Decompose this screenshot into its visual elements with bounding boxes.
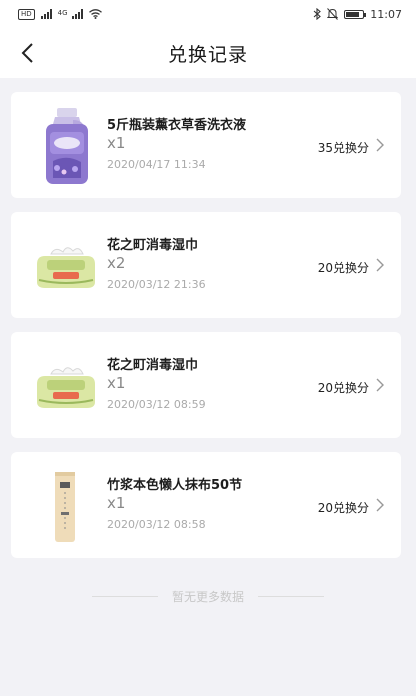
product-name: 5斤瓶装薰衣草香洗衣液 [107, 118, 247, 133]
signal-icon-2 [71, 9, 83, 19]
points-cost: 35兑换分 [317, 141, 369, 155]
battery-icon [344, 9, 367, 19]
hd-indicator: HD [18, 8, 35, 20]
product-quantity: x1 [107, 134, 126, 152]
bluetooth-icon [313, 8, 322, 20]
wifi-icon [88, 9, 102, 19]
product-quantity: x1 [107, 494, 126, 512]
end-of-list: 暂无更多数据 [0, 588, 416, 605]
record-card[interactable]: 5斤瓶装薰衣草香洗衣液 x1 2020/04/17 11:34 35兑换分 [11, 92, 401, 198]
record-card[interactable]: 花之町消毒湿巾 x2 2020/03/12 21:36 20兑换分 [11, 212, 401, 318]
back-arrow-icon[interactable] [18, 41, 42, 65]
product-image-wipes [37, 247, 95, 288]
product-quantity: x1 [107, 374, 126, 392]
points-cost: 20兑换分 [317, 381, 369, 395]
chevron-right-icon [376, 498, 384, 512]
signal-icon [40, 9, 52, 19]
clock: 11:07 [370, 7, 402, 21]
nav-header: 兑换记录 [0, 28, 416, 78]
page-title: 兑换记录 [167, 43, 248, 66]
chevron-right-icon [376, 138, 384, 152]
points-cost: 20兑换分 [317, 501, 369, 515]
exchange-date: 2020/03/12 08:59 [107, 398, 206, 411]
exchange-date: 2020/03/12 21:36 [107, 278, 206, 291]
no-more-data-label: 暂无更多数据 [171, 590, 244, 604]
points-cost: 20兑换分 [317, 261, 369, 275]
chevron-right-icon [376, 378, 384, 392]
status-bar: HD 4G 11:07 [0, 0, 416, 28]
exchange-date: 2020/04/17 11:34 [107, 158, 206, 171]
chevron-right-icon [376, 258, 384, 272]
exchange-date: 2020/03/12 08:58 [107, 518, 206, 531]
records-list: 5斤瓶装薰衣草香洗衣液 x1 2020/04/17 11:34 35兑换分 花之… [11, 92, 401, 572]
divider-line [258, 596, 324, 597]
mute-icon [327, 8, 339, 20]
product-image-towel-roll [55, 472, 75, 542]
divider-line [91, 596, 158, 597]
product-name: 花之町消毒湿巾 [107, 358, 199, 373]
product-name: 花之町消毒湿巾 [107, 238, 199, 253]
record-card[interactable]: 竹浆本色懒人抹布50节 x1 2020/03/12 08:58 20兑换分 [11, 452, 401, 558]
product-quantity: x2 [107, 254, 126, 272]
product-name: 竹浆本色懒人抹布50节 [107, 478, 243, 493]
record-card[interactable]: 花之町消毒湿巾 x1 2020/03/12 08:59 20兑换分 [11, 332, 401, 438]
product-image-wipes [37, 367, 95, 408]
network-type: 4G [57, 8, 68, 17]
product-image-detergent [46, 108, 88, 184]
